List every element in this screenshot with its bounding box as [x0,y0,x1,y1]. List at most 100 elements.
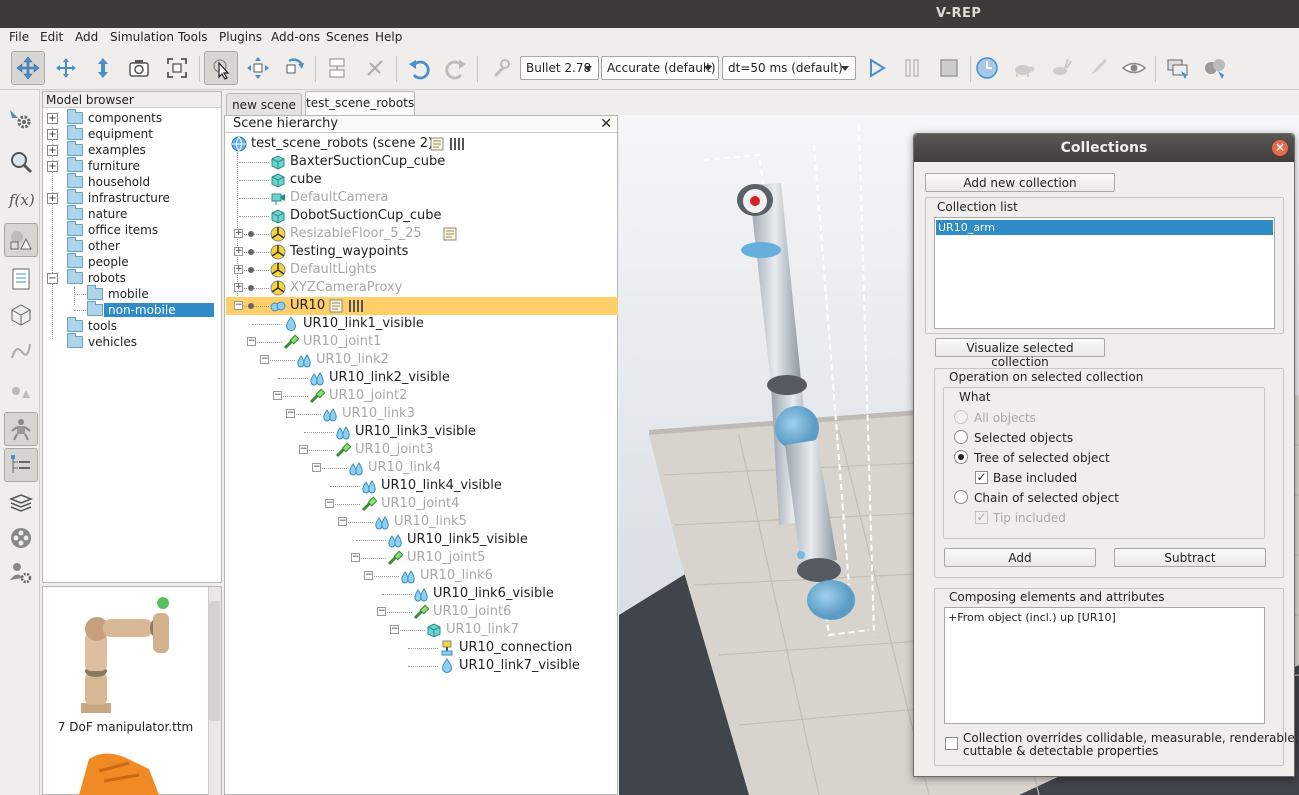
hierarchy-item[interactable]: − UR10 [226,297,618,315]
scripts-button[interactable]: f(x) [4,182,38,216]
visualize-collection-button[interactable]: Visualize selected collection [935,338,1105,369]
collapse-icon[interactable]: − [247,337,256,346]
model-folder-household[interactable]: household [47,173,217,190]
close-icon[interactable]: ✕ [600,117,612,131]
collapse-icon[interactable]: − [299,445,308,454]
user-settings-button[interactable] [4,556,38,590]
hierarchy-item[interactable]: − UR10_joint6 [226,603,618,621]
scene-hierarchy-toggle-button[interactable] [4,448,38,482]
hierarchy-item[interactable]: UR10_link3_visible [226,423,618,441]
hierarchy-item[interactable]: − UR10_joint2 [226,387,618,405]
collapse-icon[interactable]: − [338,517,347,526]
path-edit-button[interactable] [4,334,38,368]
expand-icon[interactable]: + [47,193,58,204]
realtime-button[interactable] [970,51,1004,85]
hierarchy-item[interactable]: UR10_connection [226,639,618,657]
dynamics-toggle-button[interactable] [484,51,518,85]
model-folder-equipment[interactable]: + equipment [47,125,217,142]
hierarchy-item[interactable]: UR10_link7_visible [226,657,618,675]
hierarchy-item[interactable]: DefaultCamera [226,189,618,207]
thumbnail-scrollbar[interactable] [208,587,221,795]
collapse-icon[interactable]: − [273,391,282,400]
camera-shift-button[interactable] [86,51,120,85]
camera-rotate-button[interactable] [49,51,83,85]
calculation-modules-button[interactable] [4,145,38,179]
collapse-icon[interactable]: − [312,463,321,472]
scene-selector-button[interactable] [1198,51,1232,85]
stop-simulation-button[interactable] [932,51,966,85]
hierarchy-item[interactable]: − UR10_link2 [226,351,618,369]
hierarchy-item[interactable]: + XYZCameraProxy [226,279,618,297]
model-folder-robots[interactable]: − robots [47,269,217,286]
expand-icon[interactable]: + [47,113,58,124]
model-folder-nature[interactable]: nature [47,205,217,222]
menu-add[interactable]: Add [75,30,98,44]
model-folder-components[interactable]: + components [47,109,217,126]
fit-view-button[interactable] [160,51,194,85]
model-folder-non-mobile[interactable]: non-mobile [47,301,221,318]
select-button[interactable] [204,51,238,85]
video-recorder-button[interactable] [4,521,38,555]
hierarchy-item[interactable]: UR10_link2_visible [226,369,618,387]
model-folder-furniture[interactable]: + furniture [47,157,217,174]
collapse-icon[interactable]: − [325,499,334,508]
timestep-select[interactable]: dt=50 ms (default) [722,56,856,80]
model-browser-toggle-button[interactable] [4,412,38,446]
model-folder-examples[interactable]: + examples [47,141,217,158]
menu-addons[interactable]: Add-ons [271,30,320,44]
scrollbar-thumb[interactable] [209,601,220,721]
expand-icon[interactable]: + [234,283,243,292]
add-new-collection-button[interactable]: Add new collection [925,173,1115,192]
toggle-visualization-button[interactable] [1117,51,1151,85]
selection-button[interactable] [4,375,38,409]
page-selector-button[interactable] [1161,51,1195,85]
shape-edit-button[interactable] [4,223,38,257]
base-included-checkbox[interactable]: ✓ [975,471,988,484]
tab-new-scene[interactable]: new scene [226,93,302,115]
model-folder-mobile[interactable]: mobile [47,285,217,302]
tree-selected-radio[interactable] [954,450,968,464]
hierarchy-item[interactable]: − UR10_joint1 [226,333,618,351]
start-simulation-button[interactable] [859,51,893,85]
collapse-icon[interactable]: − [364,571,373,580]
transfer-dna-button[interactable] [358,51,392,85]
collection-list[interactable]: UR10_arm [934,217,1275,329]
layers-button[interactable] [4,486,38,520]
override-properties-checkbox[interactable] [945,737,958,750]
collapse-icon[interactable]: − [351,553,360,562]
assemble-button[interactable] [321,51,355,85]
collection-item-ur10-arm[interactable]: UR10_arm [936,220,1273,235]
speed-up-button[interactable] [1043,51,1077,85]
slow-down-button[interactable] [1007,51,1041,85]
hierarchy-item[interactable]: − UR10_link4 [226,459,618,477]
menu-simulation[interactable]: Simulation [110,30,174,44]
hierarchy-item[interactable]: UR10_link6_visible [226,585,618,603]
selected-objects-radio[interactable] [954,430,968,444]
collapse-icon[interactable]: − [377,607,386,616]
model-folder-vehicles[interactable]: vehicles [47,333,217,350]
model-folder-office-items[interactable]: office items [47,221,217,238]
collapse-icon[interactable]: − [260,355,269,364]
tip-included-checkbox[interactable]: ✓ [975,511,988,524]
close-icon[interactable]: × [1272,140,1288,156]
hierarchy-item[interactable]: UR10_link4_visible [226,477,618,495]
undo-button[interactable] [402,51,436,85]
threaded-rendering-button[interactable] [1081,51,1115,85]
tab-test-scene-robots[interactable]: test_scene_robots [305,91,415,115]
expand-icon[interactable]: + [47,145,58,156]
all-objects-radio[interactable] [954,410,968,424]
model-folder-tools[interactable]: tools [47,317,217,334]
subtract-button[interactable]: Subtract [1114,548,1266,567]
pause-simulation-button[interactable] [895,51,929,85]
expand-icon[interactable]: + [234,265,243,274]
menu-edit[interactable]: Edit [40,30,63,44]
hierarchy-item[interactable]: + Testing_waypoints [226,243,618,261]
hierarchy-item[interactable]: + ResizableFloor_5_25 [226,225,618,243]
simulation-settings-button[interactable] [4,102,38,136]
hierarchy-item[interactable]: UR10_link5_visible [226,531,618,549]
menu-help[interactable]: Help [375,30,402,44]
model-folder-infrastructure[interactable]: + infrastructure [47,189,217,206]
model-folder-other[interactable]: other [47,237,217,254]
hierarchy-root-scene[interactable]: test_scene_robots (scene 2) [229,135,615,153]
expand-icon[interactable]: + [234,247,243,256]
